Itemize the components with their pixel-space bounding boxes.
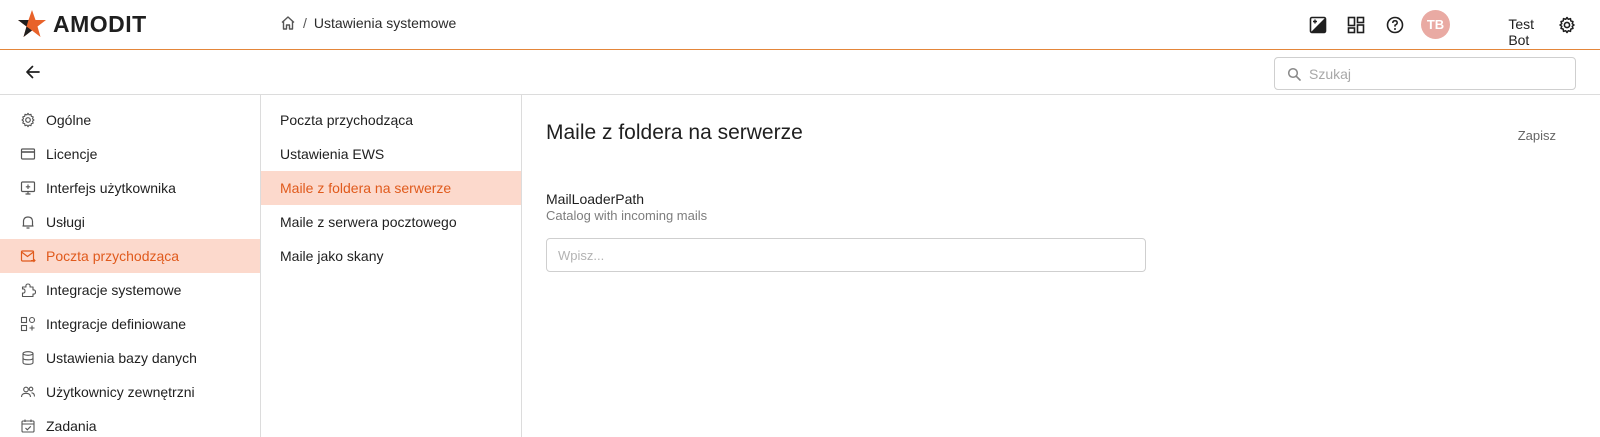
sidebar-item-label: Integracje definiowane — [46, 316, 187, 332]
search-box[interactable] — [1274, 57, 1576, 90]
sidebar-item-label: Ogólne — [46, 112, 92, 128]
search-icon — [1287, 67, 1301, 81]
card-icon — [20, 146, 36, 162]
sidebar-item-label: Zadania — [46, 418, 97, 434]
top-header: AMODIT / Ustawienia systemowe TB Test Bo… — [0, 0, 1600, 50]
star-logo-icon — [18, 10, 46, 37]
database-icon — [20, 350, 36, 366]
bell-icon — [20, 214, 36, 230]
dashboard-icon[interactable] — [1346, 15, 1366, 35]
user-name[interactable]: Test Bot — [1508, 16, 1534, 48]
breadcrumb-separator: / — [303, 15, 307, 31]
sidebar-item-interfejs-uzytkownika[interactable]: Interfejs użytkownika — [0, 171, 260, 205]
page-title: Maile z foldera na serwerze — [546, 121, 803, 144]
sidebar-item-poczta-przychodzaca[interactable]: Poczta przychodząca — [0, 239, 260, 273]
sidebar-item-ustawienia-bazy-danych[interactable]: Ustawienia bazy danych — [0, 341, 260, 375]
subnav-item-maile-z-serwera[interactable]: Maile z serwera pocztowego — [261, 205, 521, 239]
settings-sidebar: Ogólne Licencje Interfejs użytkownika Us… — [0, 95, 261, 437]
monitor-icon — [20, 180, 36, 196]
help-icon[interactable] — [1385, 15, 1405, 35]
mail-icon — [20, 248, 36, 264]
back-arrow-icon[interactable] — [24, 63, 42, 81]
breadcrumb: / Ustawienia systemowe — [280, 15, 456, 31]
sidebar-item-uslugi[interactable]: Usługi — [0, 205, 260, 239]
subnav-item-maile-z-foldera[interactable]: Maile z foldera na serwerze — [261, 171, 521, 205]
gear-icon — [20, 112, 36, 128]
sidebar-item-ogolne[interactable]: Ogólne — [0, 103, 260, 137]
page-toolbar — [0, 50, 1600, 95]
section-subnav: Poczta przychodząca Ustawienia EWS Maile… — [261, 95, 522, 437]
avatar[interactable]: TB — [1421, 10, 1450, 39]
settings-content: Maile z foldera na serwerze Zapisz MailL… — [522, 95, 1600, 437]
sidebar-item-zadania[interactable]: Zadania — [0, 409, 260, 437]
home-icon[interactable] — [280, 15, 296, 31]
field-label: MailLoaderPath — [546, 191, 645, 207]
save-button[interactable]: Zapisz — [1518, 128, 1556, 143]
calendar-check-icon — [20, 418, 36, 434]
sidebar-item-label: Użytkownicy zewnętrzni — [46, 384, 195, 400]
amodit-logo[interactable]: AMODIT — [17, 9, 147, 39]
sidebar-item-uzytkownicy-zewnetrzni[interactable]: Użytkownicy zewnętrzni — [0, 375, 260, 409]
subnav-item-poczta-przychodzaca[interactable]: Poczta przychodząca — [261, 103, 521, 137]
sidebar-item-label: Licencje — [46, 146, 98, 162]
puzzle-icon — [20, 282, 36, 298]
settings-icon[interactable] — [1557, 15, 1577, 35]
sidebar-item-licencje[interactable]: Licencje — [0, 137, 260, 171]
field-description: Catalog with incoming mails — [546, 208, 708, 223]
sidebar-item-label: Interfejs użytkownika — [46, 180, 176, 196]
mail-loader-path-input[interactable] — [546, 238, 1146, 272]
image-icon[interactable] — [1308, 15, 1328, 35]
subnav-item-ustawienia-ews[interactable]: Ustawienia EWS — [261, 137, 521, 171]
sidebar-item-label: Usługi — [46, 214, 85, 230]
sidebar-item-label: Poczta przychodząca — [46, 248, 180, 264]
sidebar-item-label: Ustawienia bazy danych — [46, 350, 197, 366]
subnav-item-maile-jako-skany[interactable]: Maile jako skany — [261, 239, 521, 273]
sidebar-item-label: Integracje systemowe — [46, 282, 182, 298]
search-input[interactable] — [1309, 65, 1569, 82]
breadcrumb-current: Ustawienia systemowe — [313, 15, 457, 31]
brand-name: AMODIT — [53, 10, 147, 37]
sidebar-item-integracje-definiowane[interactable]: Integracje definiowane — [0, 307, 260, 341]
sidebar-item-integracje-systemowe[interactable]: Integracje systemowe — [0, 273, 260, 307]
grid-plus-icon — [20, 316, 36, 332]
users-icon — [20, 384, 36, 400]
